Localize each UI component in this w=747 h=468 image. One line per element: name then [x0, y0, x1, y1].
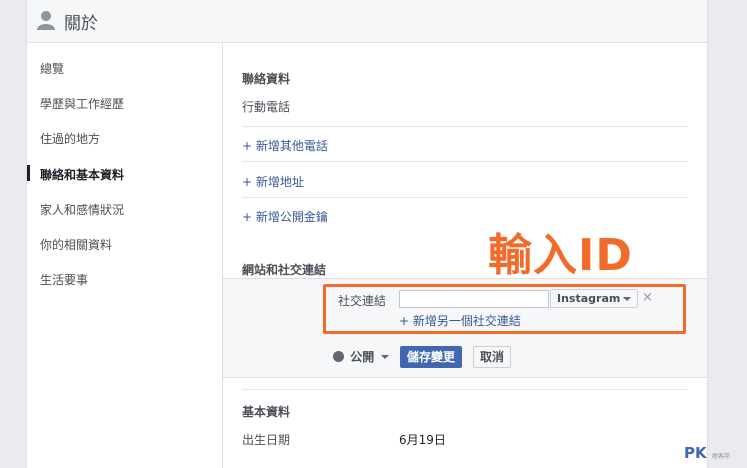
globe-icon: [333, 351, 344, 362]
sidebar-item-contact-basic[interactable]: 聯絡和基本資料: [40, 166, 124, 183]
divider: [242, 126, 688, 127]
about-content: 聯絡資料 行動電話 + 新增其他電話 + 新增地址 + 新增公開金鑰 網站和社交…: [223, 43, 707, 468]
sidebar-item-places[interactable]: 住過的地方: [40, 130, 100, 147]
sidebar-item-education-work[interactable]: 學歷與工作經歷: [40, 95, 124, 112]
mobile-phone-label: 行動電話: [242, 100, 291, 114]
page-header: 關於: [27, 0, 707, 43]
sidebar-item-life-events[interactable]: 生活要事: [40, 271, 88, 288]
watermark-logo-text: PK: [684, 444, 707, 462]
privacy-selector[interactable]: 公開: [333, 348, 390, 365]
divider: [242, 161, 688, 162]
privacy-label: 公開: [350, 350, 375, 364]
about-sidebar: 總覽 學歷與工作經歷 住過的地方 聯絡和基本資料 家人和感情狀況 你的相關資料 …: [27, 43, 223, 468]
cancel-button[interactable]: 取消: [473, 346, 512, 368]
birthday-label: 出生日期: [242, 433, 291, 447]
chevron-down-icon: [381, 355, 390, 359]
divider: [242, 389, 688, 390]
person-icon: [37, 11, 55, 30]
sidebar-item-overview[interactable]: 總覽: [40, 60, 64, 77]
basic-section-title: 基本資料: [242, 405, 291, 419]
watermark-tagline: 痞客邦: [711, 453, 730, 460]
watermark-logo: PK 痞客邦: [684, 444, 730, 462]
add-public-key-link[interactable]: + 新增公開金鑰: [242, 208, 328, 225]
page-title: 關於: [64, 14, 98, 34]
annotation-text: 輸入ID: [488, 230, 633, 281]
divider: [242, 197, 688, 198]
save-button[interactable]: 儲存變更: [400, 346, 463, 368]
birthday-value: 6月19日: [399, 433, 446, 447]
contact-section-title: 聯絡資料: [242, 72, 291, 86]
sidebar-item-family[interactable]: 家人和感情狀況: [40, 201, 124, 218]
sidebar-item-details[interactable]: 你的相關資料: [40, 236, 112, 253]
websites-section-title: 網站和社交連結: [242, 263, 327, 277]
add-address-link[interactable]: + 新增地址: [242, 173, 304, 190]
active-indicator: [27, 165, 30, 181]
annotation-highlight-box: [323, 284, 686, 334]
about-page: 關於 總覽 學歷與工作經歷 住過的地方 聯絡和基本資料 家人和感情狀況 你的相關…: [26, 0, 708, 468]
add-phone-link[interactable]: + 新增其他電話: [242, 137, 328, 154]
